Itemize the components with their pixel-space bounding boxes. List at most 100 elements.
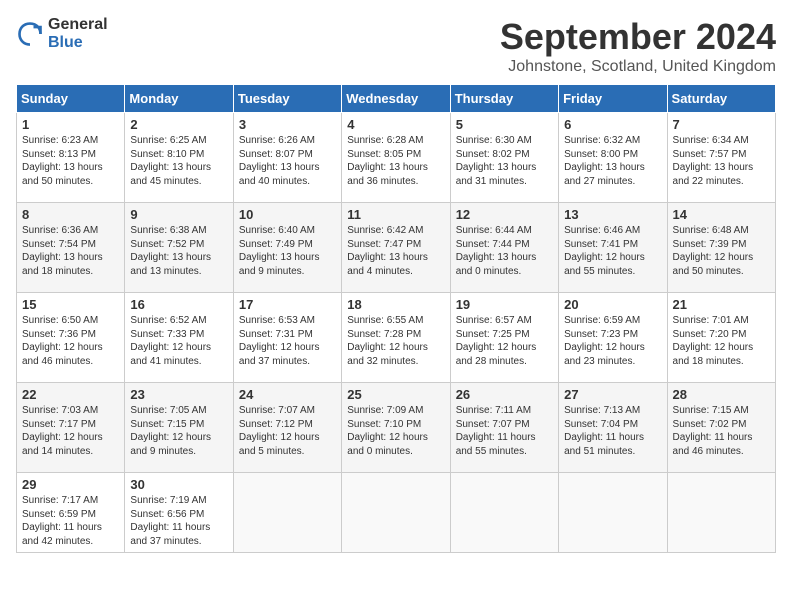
day-number: 20 [564,297,661,312]
day-number: 21 [673,297,770,312]
title-area: September 2024 Johnstone, Scotland, Unit… [500,16,776,76]
day-number: 27 [564,387,661,402]
day-detail: Sunrise: 7:07 AMSunset: 7:12 PMDaylight:… [239,405,320,457]
logo-general-text: General [48,16,108,34]
calendar-cell [667,473,775,553]
calendar-cell: 18 Sunrise: 6:55 AMSunset: 7:28 PMDaylig… [342,293,450,383]
calendar-cell: 6 Sunrise: 6:32 AMSunset: 8:00 PMDayligh… [559,113,667,203]
calendar-cell: 12 Sunrise: 6:44 AMSunset: 7:44 PMDaylig… [450,203,558,293]
day-detail: Sunrise: 7:05 AMSunset: 7:15 PMDaylight:… [130,405,211,457]
calendar-cell: 21 Sunrise: 7:01 AMSunset: 7:20 PMDaylig… [667,293,775,383]
day-detail: Sunrise: 7:01 AMSunset: 7:20 PMDaylight:… [673,315,754,367]
calendar-cell: 28 Sunrise: 7:15 AMSunset: 7:02 PMDaylig… [667,383,775,473]
day-detail: Sunrise: 6:30 AMSunset: 8:02 PMDaylight:… [456,135,537,187]
logo-blue-text: Blue [48,34,108,52]
calendar-cell [450,473,558,553]
day-detail: Sunrise: 6:32 AMSunset: 8:00 PMDaylight:… [564,135,645,187]
calendar-cell: 17 Sunrise: 6:53 AMSunset: 7:31 PMDaylig… [233,293,341,383]
header-sunday: Sunday [17,85,125,113]
logo-icon [16,20,44,48]
calendar-cell: 14 Sunrise: 6:48 AMSunset: 7:39 PMDaylig… [667,203,775,293]
calendar-cell: 30 Sunrise: 7:19 AMSunset: 6:56 PMDaylig… [125,473,233,553]
calendar-cell: 3 Sunrise: 6:26 AMSunset: 8:07 PMDayligh… [233,113,341,203]
day-number: 19 [456,297,553,312]
day-number: 29 [22,477,119,492]
day-detail: Sunrise: 6:48 AMSunset: 7:39 PMDaylight:… [673,225,754,277]
day-detail: Sunrise: 6:34 AMSunset: 7:57 PMDaylight:… [673,135,754,187]
day-number: 9 [130,207,227,222]
day-number: 25 [347,387,444,402]
location-subtitle: Johnstone, Scotland, United Kingdom [500,58,776,76]
day-detail: Sunrise: 6:46 AMSunset: 7:41 PMDaylight:… [564,225,645,277]
day-detail: Sunrise: 6:52 AMSunset: 7:33 PMDaylight:… [130,315,211,367]
header-thursday: Thursday [450,85,558,113]
day-detail: Sunrise: 6:38 AMSunset: 7:52 PMDaylight:… [130,225,211,277]
day-number: 15 [22,297,119,312]
calendar-cell: 23 Sunrise: 7:05 AMSunset: 7:15 PMDaylig… [125,383,233,473]
calendar-cell: 11 Sunrise: 6:42 AMSunset: 7:47 PMDaylig… [342,203,450,293]
calendar-cell: 25 Sunrise: 7:09 AMSunset: 7:10 PMDaylig… [342,383,450,473]
day-detail: Sunrise: 7:19 AMSunset: 6:56 PMDaylight:… [130,495,210,547]
calendar-cell: 15 Sunrise: 6:50 AMSunset: 7:36 PMDaylig… [17,293,125,383]
day-number: 18 [347,297,444,312]
day-number: 8 [22,207,119,222]
calendar-cell: 16 Sunrise: 6:52 AMSunset: 7:33 PMDaylig… [125,293,233,383]
calendar-cell: 9 Sunrise: 6:38 AMSunset: 7:52 PMDayligh… [125,203,233,293]
header-monday: Monday [125,85,233,113]
day-detail: Sunrise: 6:57 AMSunset: 7:25 PMDaylight:… [456,315,537,367]
day-detail: Sunrise: 6:50 AMSunset: 7:36 PMDaylight:… [22,315,103,367]
header-saturday: Saturday [667,85,775,113]
day-number: 2 [130,117,227,132]
logo: General Blue [16,16,108,51]
calendar-header-row: Sunday Monday Tuesday Wednesday Thursday… [17,85,776,113]
calendar-cell: 26 Sunrise: 7:11 AMSunset: 7:07 PMDaylig… [450,383,558,473]
day-detail: Sunrise: 7:11 AMSunset: 7:07 PMDaylight:… [456,405,536,457]
day-number: 4 [347,117,444,132]
calendar-cell: 8 Sunrise: 6:36 AMSunset: 7:54 PMDayligh… [17,203,125,293]
calendar-table: Sunday Monday Tuesday Wednesday Thursday… [16,84,776,553]
day-number: 23 [130,387,227,402]
day-detail: Sunrise: 6:25 AMSunset: 8:10 PMDaylight:… [130,135,211,187]
day-number: 1 [22,117,119,132]
day-number: 26 [456,387,553,402]
day-detail: Sunrise: 6:23 AMSunset: 8:13 PMDaylight:… [22,135,103,187]
calendar-cell: 7 Sunrise: 6:34 AMSunset: 7:57 PMDayligh… [667,113,775,203]
day-number: 28 [673,387,770,402]
day-detail: Sunrise: 7:17 AMSunset: 6:59 PMDaylight:… [22,495,102,547]
day-number: 24 [239,387,336,402]
day-detail: Sunrise: 6:42 AMSunset: 7:47 PMDaylight:… [347,225,428,277]
day-detail: Sunrise: 7:03 AMSunset: 7:17 PMDaylight:… [22,405,103,457]
calendar-cell: 5 Sunrise: 6:30 AMSunset: 8:02 PMDayligh… [450,113,558,203]
day-detail: Sunrise: 7:15 AMSunset: 7:02 PMDaylight:… [673,405,753,457]
header-tuesday: Tuesday [233,85,341,113]
day-number: 30 [130,477,227,492]
day-detail: Sunrise: 7:09 AMSunset: 7:10 PMDaylight:… [347,405,428,457]
calendar-cell: 20 Sunrise: 6:59 AMSunset: 7:23 PMDaylig… [559,293,667,383]
calendar-cell: 27 Sunrise: 7:13 AMSunset: 7:04 PMDaylig… [559,383,667,473]
calendar-cell: 24 Sunrise: 7:07 AMSunset: 7:12 PMDaylig… [233,383,341,473]
calendar-cell: 1 Sunrise: 6:23 AMSunset: 8:13 PMDayligh… [17,113,125,203]
day-number: 13 [564,207,661,222]
calendar-cell [233,473,341,553]
day-detail: Sunrise: 6:44 AMSunset: 7:44 PMDaylight:… [456,225,537,277]
calendar-cell [559,473,667,553]
day-number: 5 [456,117,553,132]
day-detail: Sunrise: 6:55 AMSunset: 7:28 PMDaylight:… [347,315,428,367]
day-detail: Sunrise: 6:28 AMSunset: 8:05 PMDaylight:… [347,135,428,187]
day-detail: Sunrise: 6:26 AMSunset: 8:07 PMDaylight:… [239,135,320,187]
day-detail: Sunrise: 6:53 AMSunset: 7:31 PMDaylight:… [239,315,320,367]
calendar-cell: 19 Sunrise: 6:57 AMSunset: 7:25 PMDaylig… [450,293,558,383]
calendar-cell: 4 Sunrise: 6:28 AMSunset: 8:05 PMDayligh… [342,113,450,203]
day-detail: Sunrise: 6:59 AMSunset: 7:23 PMDaylight:… [564,315,645,367]
day-detail: Sunrise: 6:40 AMSunset: 7:49 PMDaylight:… [239,225,320,277]
day-number: 3 [239,117,336,132]
header-wednesday: Wednesday [342,85,450,113]
calendar-cell: 13 Sunrise: 6:46 AMSunset: 7:41 PMDaylig… [559,203,667,293]
day-number: 14 [673,207,770,222]
day-number: 11 [347,207,444,222]
calendar-cell [342,473,450,553]
month-title: September 2024 [500,16,776,58]
day-number: 12 [456,207,553,222]
calendar-cell: 10 Sunrise: 6:40 AMSunset: 7:49 PMDaylig… [233,203,341,293]
day-detail: Sunrise: 6:36 AMSunset: 7:54 PMDaylight:… [22,225,103,277]
